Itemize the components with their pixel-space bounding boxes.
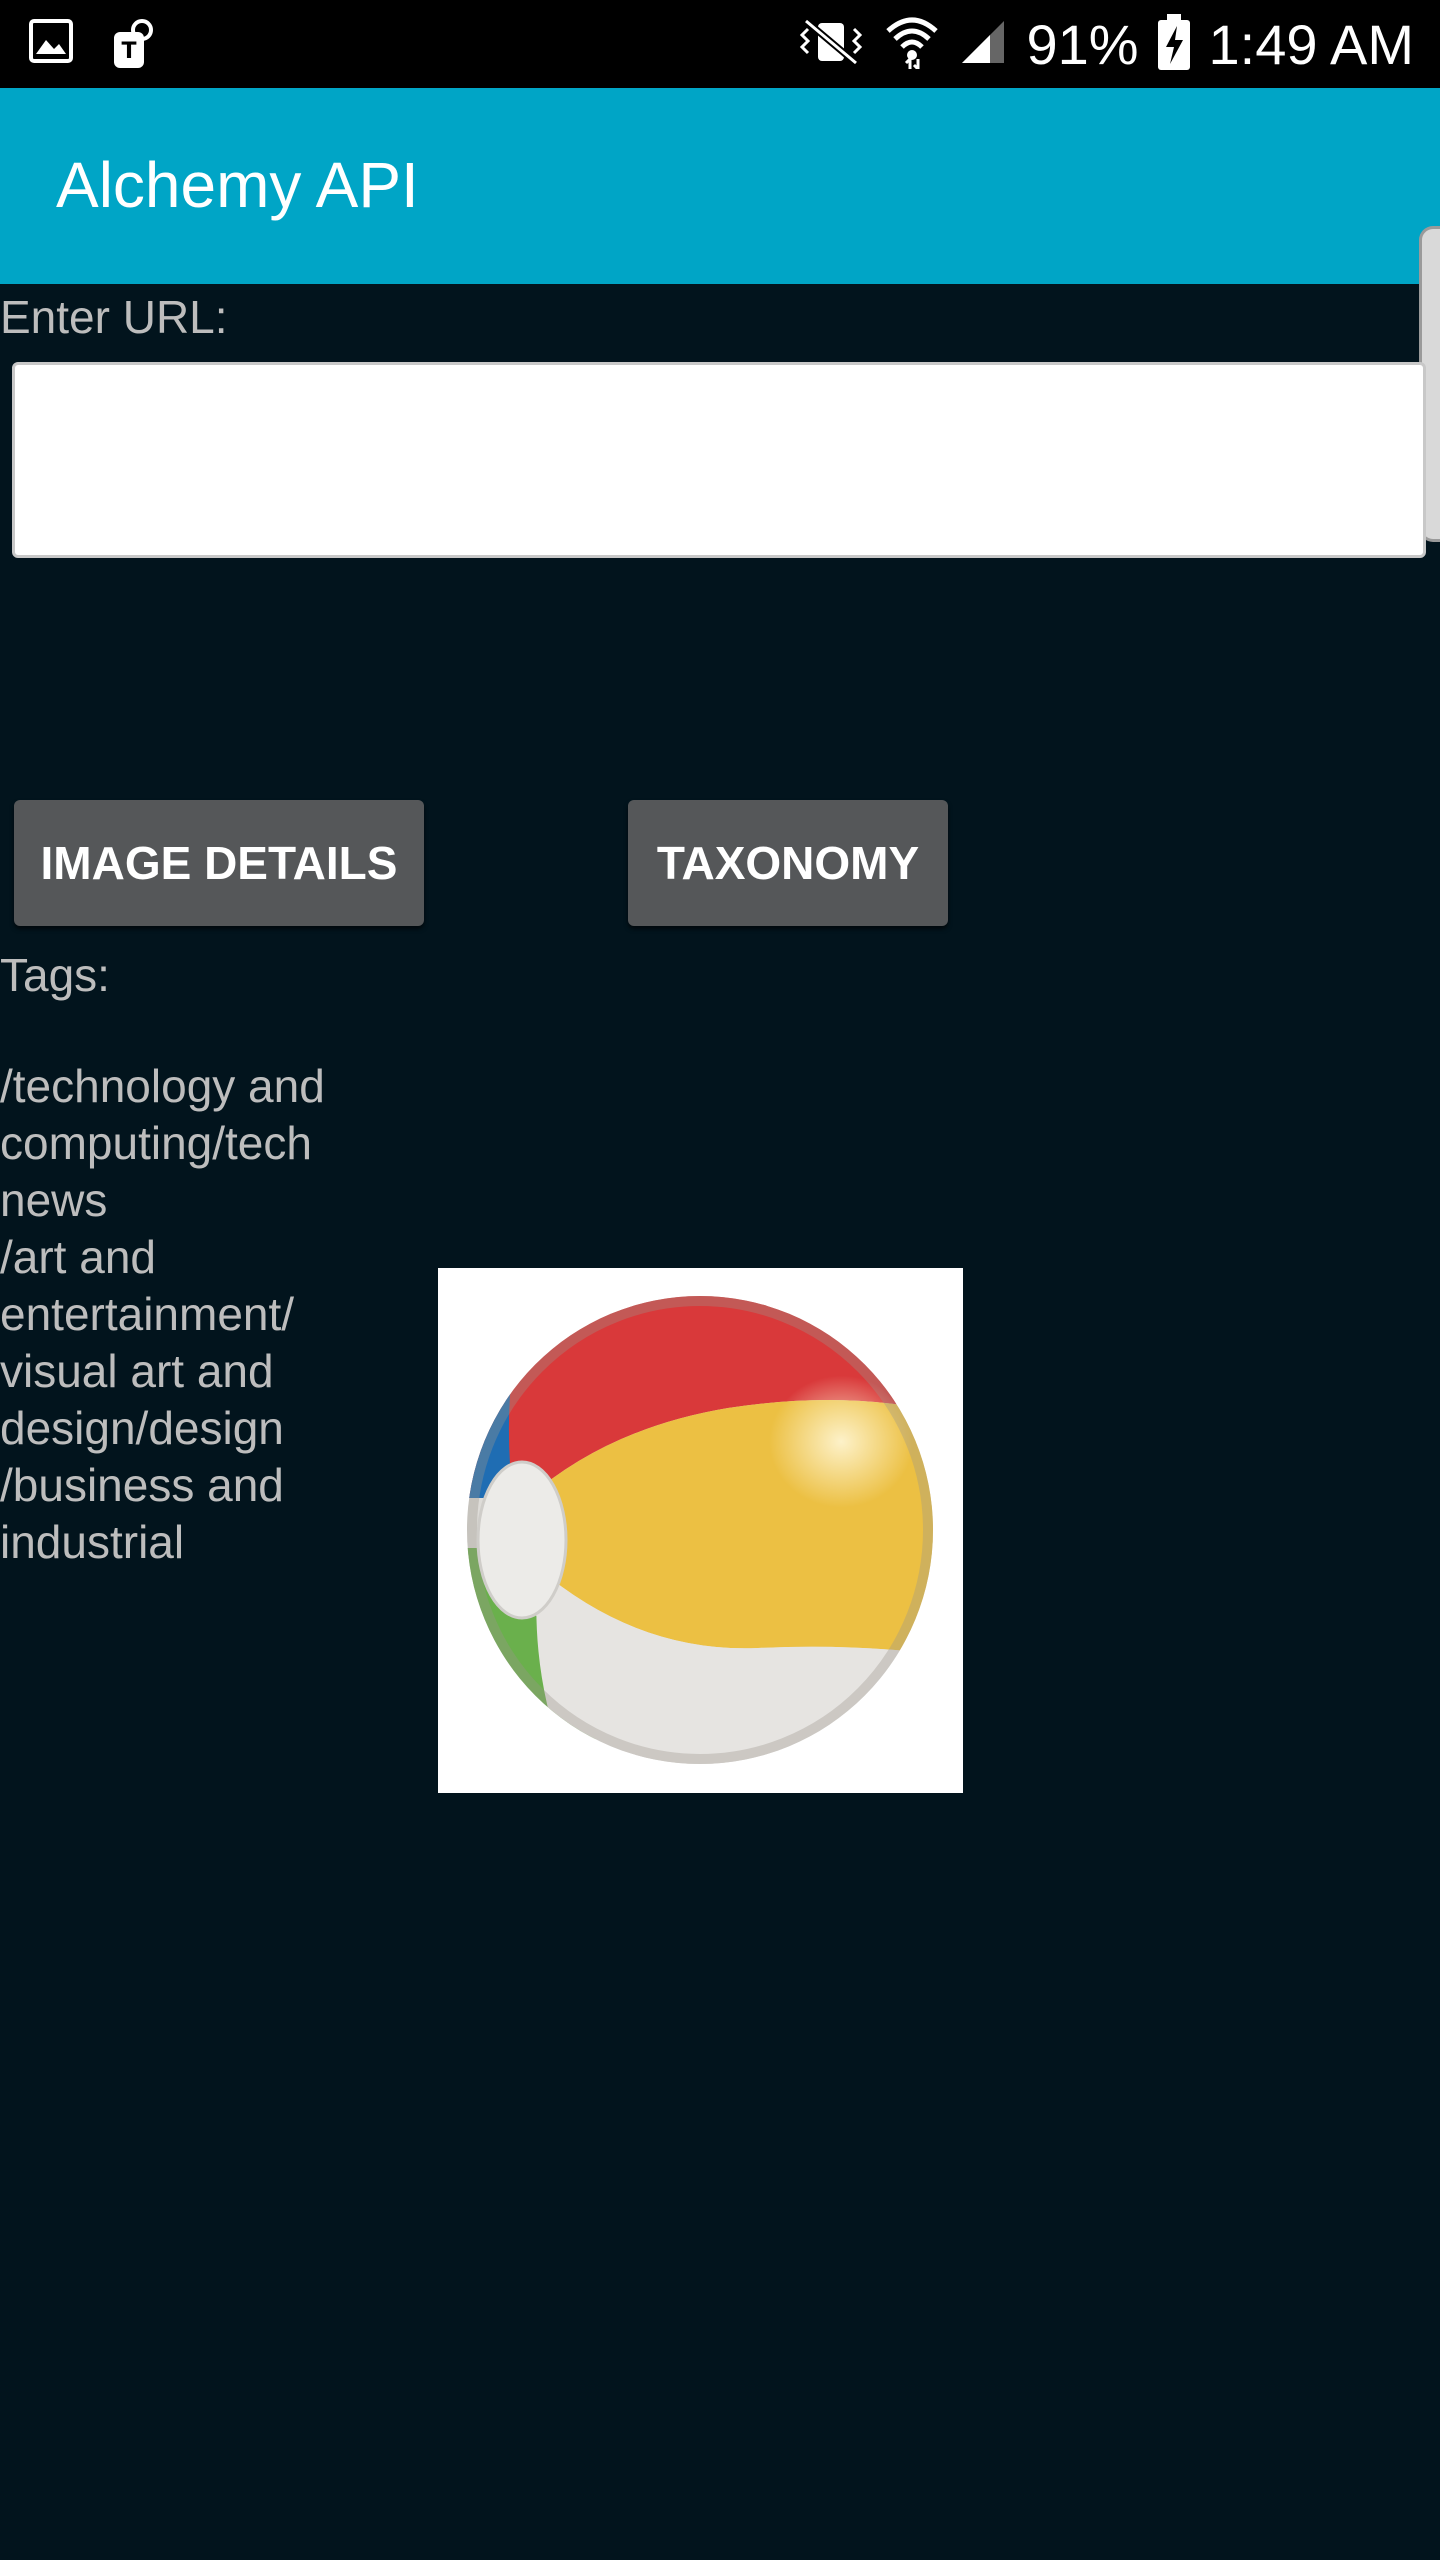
status-bar: T 91% 1:49 AM <box>0 0 1440 88</box>
tag-line: /business and <box>0 1459 284 1511</box>
t-mobile-icon: T <box>110 18 160 75</box>
battery-percent: 91% <box>1026 12 1139 76</box>
beach-ball-image <box>438 1268 963 1793</box>
tag-line: design/design <box>0 1402 284 1454</box>
svg-text:T: T <box>121 39 136 64</box>
tags-label: Tags: <box>0 949 110 1001</box>
vibrate-mute-icon <box>796 17 866 72</box>
tags-list: /technology and computing/tech news /art… <box>0 1058 380 1571</box>
tag-line: visual art and <box>0 1345 274 1397</box>
app-bar: Alchemy API <box>0 88 1440 284</box>
wifi-icon <box>884 15 940 74</box>
tag-line: /technology and <box>0 1060 325 1112</box>
cell-signal-icon <box>958 17 1008 72</box>
tag-line: computing/tech <box>0 1117 312 1169</box>
gallery-icon <box>28 18 74 75</box>
app-title: Alchemy API <box>56 149 419 221</box>
clock: 1:49 AM <box>1208 12 1414 76</box>
tag-line: /art and <box>0 1231 156 1283</box>
url-label: Enter URL: <box>0 291 228 343</box>
url-input[interactable] <box>12 362 1426 558</box>
tag-line: news <box>0 1174 108 1226</box>
tag-line: industrial <box>0 1516 185 1568</box>
image-details-button[interactable]: IMAGE DETAILS <box>14 800 424 926</box>
taxonomy-button[interactable]: TAXONOMY <box>628 800 948 926</box>
battery-charging-icon <box>1157 13 1191 75</box>
tag-line: entertainment/ <box>0 1288 295 1340</box>
